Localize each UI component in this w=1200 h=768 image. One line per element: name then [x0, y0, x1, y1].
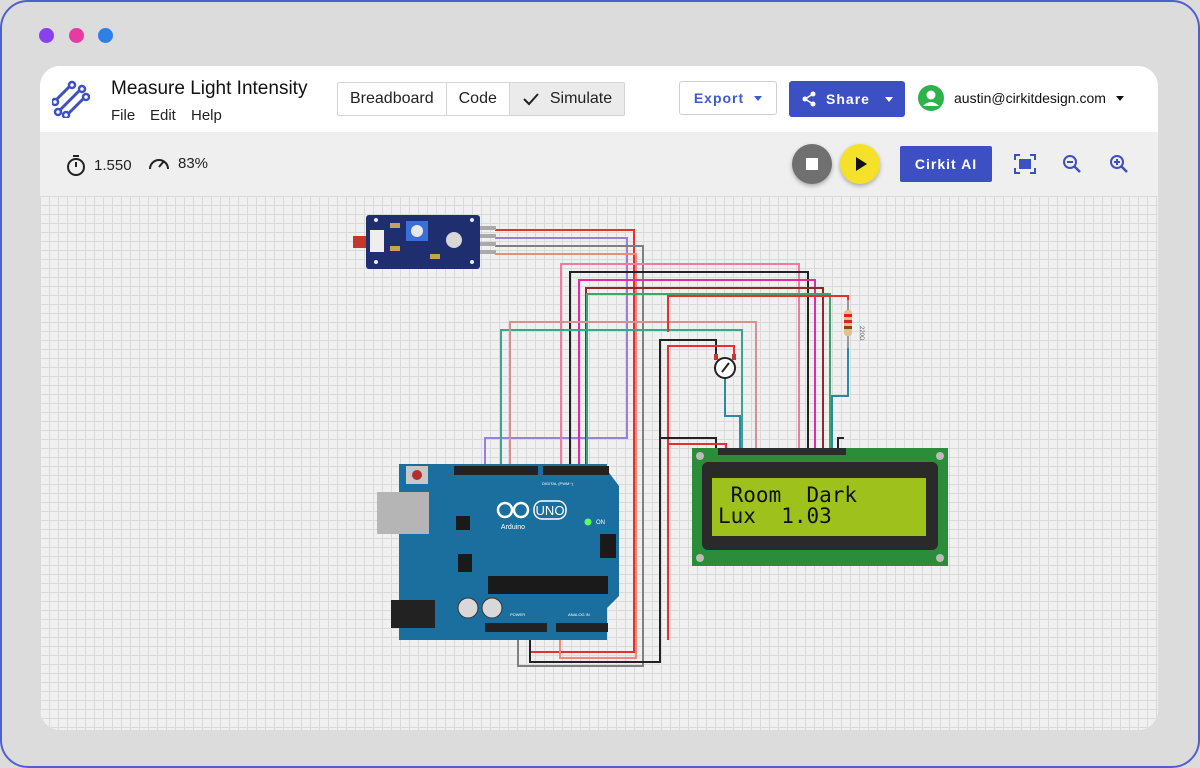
project-title[interactable]: Measure Light Intensity	[111, 78, 307, 100]
menu-file[interactable]: File	[111, 107, 135, 124]
stopwatch-icon	[67, 155, 85, 176]
arduino-uno-board[interactable]: UNO Arduino ON DIGITAL (PWM~) POWER ANAL…	[377, 464, 619, 640]
circuit-canvas[interactable]: 220Ω UNO Arduino ON DIGITAL (PWM~) POWER…	[40, 196, 1158, 730]
stop-icon	[806, 158, 818, 170]
app-window: Measure Light Intensity File Edit Help B…	[40, 66, 1158, 730]
app-frame: Measure Light Intensity File Edit Help B…	[0, 0, 1200, 768]
zoom-in-icon[interactable]	[1109, 154, 1129, 179]
lcd-line-2: Lux 1.03	[718, 504, 832, 528]
export-label: Export	[693, 90, 745, 106]
export-button[interactable]: Export	[679, 81, 777, 115]
window-dot-purple[interactable]	[39, 28, 54, 43]
avatar-icon	[918, 85, 944, 111]
resistor-label: 220Ω	[858, 326, 864, 341]
tab-simulate-label: Simulate	[549, 90, 613, 107]
wire-teal-d6	[500, 329, 743, 468]
reset-button[interactable]	[412, 470, 422, 480]
lcd-display[interactable]: Room Dark Lux 1.03	[692, 448, 948, 566]
digital-label: DIGITAL (PWM~)	[542, 481, 574, 486]
view-tabs: Breadboard Code Simulate	[337, 82, 626, 116]
timer-readout: 1.550	[66, 154, 132, 176]
chevron-down-icon	[754, 95, 763, 101]
header-power	[485, 623, 547, 632]
stop-button[interactable]	[792, 144, 832, 184]
wire-darkred-d4	[585, 287, 824, 468]
fit-screen-icon[interactable]	[1014, 154, 1036, 179]
wire-blue-vo	[724, 378, 741, 448]
wire-magenta-e	[578, 279, 816, 468]
play-button[interactable]	[840, 144, 880, 184]
chevron-down-icon	[1115, 95, 1124, 101]
cirkit-ai-button[interactable]: Cirkit AI	[900, 146, 992, 182]
power-label: POWER	[510, 612, 525, 617]
photoresistor	[353, 236, 367, 248]
contrast-potentiometer[interactable]	[714, 354, 736, 379]
zoom-out-icon[interactable]	[1062, 154, 1082, 179]
user-menu[interactable]: austin@cirkitdesign.com	[918, 85, 1124, 111]
share-icon	[802, 91, 816, 107]
wire-red-5v	[667, 295, 849, 332]
tab-simulate[interactable]: Simulate	[509, 83, 625, 115]
wire-black-k	[837, 437, 844, 448]
speed-readout: 83%	[148, 154, 208, 172]
check-icon	[523, 93, 539, 106]
header-analog	[556, 623, 608, 632]
cirkit-logo-icon	[50, 80, 91, 123]
light-sensor-module[interactable]	[353, 215, 496, 269]
analog-label: ANALOG IN	[568, 612, 590, 617]
on-label: ON	[596, 520, 605, 526]
timer-value: 1.550	[94, 156, 132, 174]
share-button[interactable]: Share	[789, 81, 905, 117]
power-led	[584, 518, 592, 526]
window-dot-blue[interactable]	[98, 28, 113, 43]
header-digital-right	[543, 466, 609, 475]
tab-breadboard[interactable]: Breadboard	[338, 83, 447, 115]
power-jack	[391, 600, 435, 628]
chevron-down-icon	[884, 96, 893, 102]
window-dot-pink[interactable]	[69, 28, 84, 43]
speedometer-icon	[149, 159, 169, 170]
resistor[interactable]: 220Ω	[844, 300, 864, 348]
menu-edit[interactable]: Edit	[150, 107, 176, 124]
lcd-pin-header	[718, 448, 846, 455]
board-brand-label: Arduino	[501, 524, 525, 531]
header-digital-left	[454, 466, 538, 475]
menu-help[interactable]: Help	[191, 107, 222, 124]
board-model-label: UNO	[536, 503, 565, 518]
speed-value: 83%	[178, 154, 209, 172]
tab-code[interactable]: Code	[447, 83, 510, 115]
share-label: Share	[826, 91, 870, 107]
user-email: austin@cirkitdesign.com	[954, 90, 1106, 106]
microcontroller-chip	[488, 576, 608, 594]
header: Measure Light Intensity File Edit Help B…	[40, 66, 1158, 132]
wire-green-d5	[586, 293, 831, 468]
wire-teal-bl	[831, 346, 849, 448]
circuit-diagram: 220Ω UNO Arduino ON DIGITAL (PWM~) POWER…	[353, 215, 948, 667]
usb-port	[377, 492, 429, 534]
play-icon	[856, 157, 867, 171]
